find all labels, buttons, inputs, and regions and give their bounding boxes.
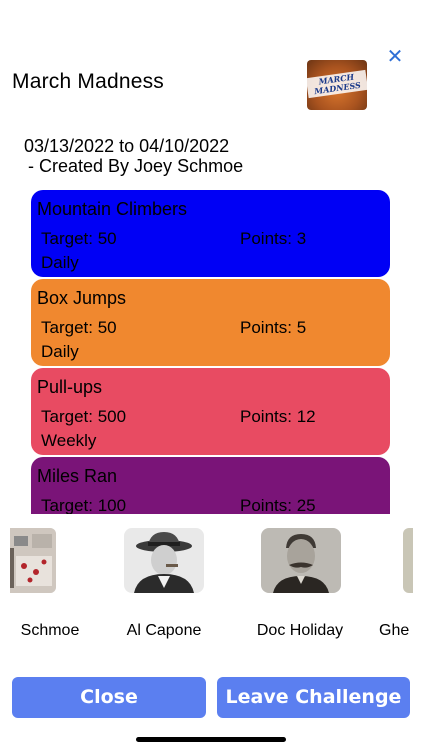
goal-points: Points: 5	[240, 318, 307, 337]
challenge-logo: MARCH MADNESS	[307, 60, 367, 110]
goal-name: Pull-ups	[37, 377, 103, 397]
goal-points: Points: 3	[240, 229, 307, 248]
member-avatar	[403, 528, 413, 593]
member-item[interactable]: Al Capone	[104, 514, 224, 654]
goal-card[interactable]: Miles Ran Target: 100 Points: 25	[31, 457, 390, 514]
goal-frequency: Daily	[41, 253, 79, 272]
goal-name: Box Jumps	[37, 288, 127, 308]
member-avatar	[124, 528, 204, 593]
goal-name: Mountain Climbers	[37, 199, 188, 219]
challenge-creator: - Created By Joey Schmoe	[28, 156, 244, 176]
member-item[interactable]: Doc Holiday	[240, 514, 360, 654]
goal-target: Target: 50	[41, 229, 117, 248]
goal-target: Target: 500	[41, 407, 127, 426]
home-indicator	[136, 737, 286, 742]
goal-points: Points: 12	[240, 407, 316, 426]
challenge-dates: 03/13/2022 to 04/10/2022	[24, 136, 230, 156]
member-item[interactable]: Schmoe	[0, 514, 110, 654]
close-icon[interactable]: ✕	[384, 46, 406, 68]
goal-name: Miles Ran	[37, 466, 118, 486]
goal-target: Target: 50	[41, 318, 117, 337]
close-button[interactable]: Close	[12, 677, 206, 718]
goal-list[interactable]: Mountain Climbers Target: 50 Points: 3 D…	[0, 188, 422, 514]
member-item[interactable]: Ghe	[378, 514, 422, 654]
goal-card[interactable]: Box Jumps Target: 50 Points: 5 Daily	[31, 279, 390, 366]
page-title: March Madness	[12, 70, 164, 93]
leave-challenge-button[interactable]: Leave Challenge	[217, 677, 410, 718]
member-carousel[interactable]: Schmoe Al Capone Doc Holiday Ghe	[0, 514, 422, 654]
member-name: Schmoe	[20, 622, 80, 639]
goal-card[interactable]: Pull-ups Target: 500 Points: 12 Weekly	[31, 368, 390, 455]
goal-card[interactable]: Mountain Climbers Target: 50 Points: 3 D…	[31, 190, 390, 277]
member-name: Al Capone	[126, 622, 202, 639]
goal-frequency: Daily	[41, 342, 79, 361]
goal-target: Target: 100	[41, 496, 127, 514]
member-name: Ghe	[379, 622, 410, 639]
goal-frequency: Weekly	[41, 431, 97, 450]
member-avatar	[10, 528, 56, 593]
member-avatar	[261, 528, 341, 593]
goal-points: Points: 25	[240, 496, 316, 514]
member-name: Doc Holiday	[256, 622, 344, 639]
